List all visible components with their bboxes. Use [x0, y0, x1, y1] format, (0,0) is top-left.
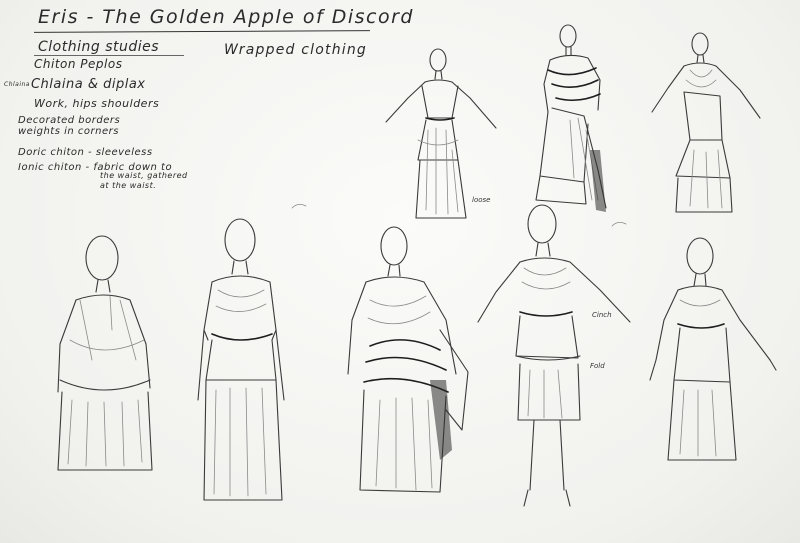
- figure-bottom-layered: [649, 237, 777, 461]
- figure-bottom-draped: [57, 235, 153, 471]
- stray-mark: [611, 222, 627, 227]
- sketch-sheet: Eris - The Golden Apple of Discord Cloth…: [0, 0, 800, 543]
- stray-mark: [291, 204, 307, 209]
- figure-sketches: [57, 24, 777, 507]
- figure-top-draped-sleeves: [651, 32, 761, 213]
- figure-top-wrapped: [535, 24, 607, 212]
- figure-bottom-cinched: [477, 204, 631, 507]
- figure-bottom-heavy-wrap: [347, 226, 469, 493]
- figure-bottom-doric: [197, 218, 285, 501]
- figure-top-loose-chiton: [385, 48, 497, 219]
